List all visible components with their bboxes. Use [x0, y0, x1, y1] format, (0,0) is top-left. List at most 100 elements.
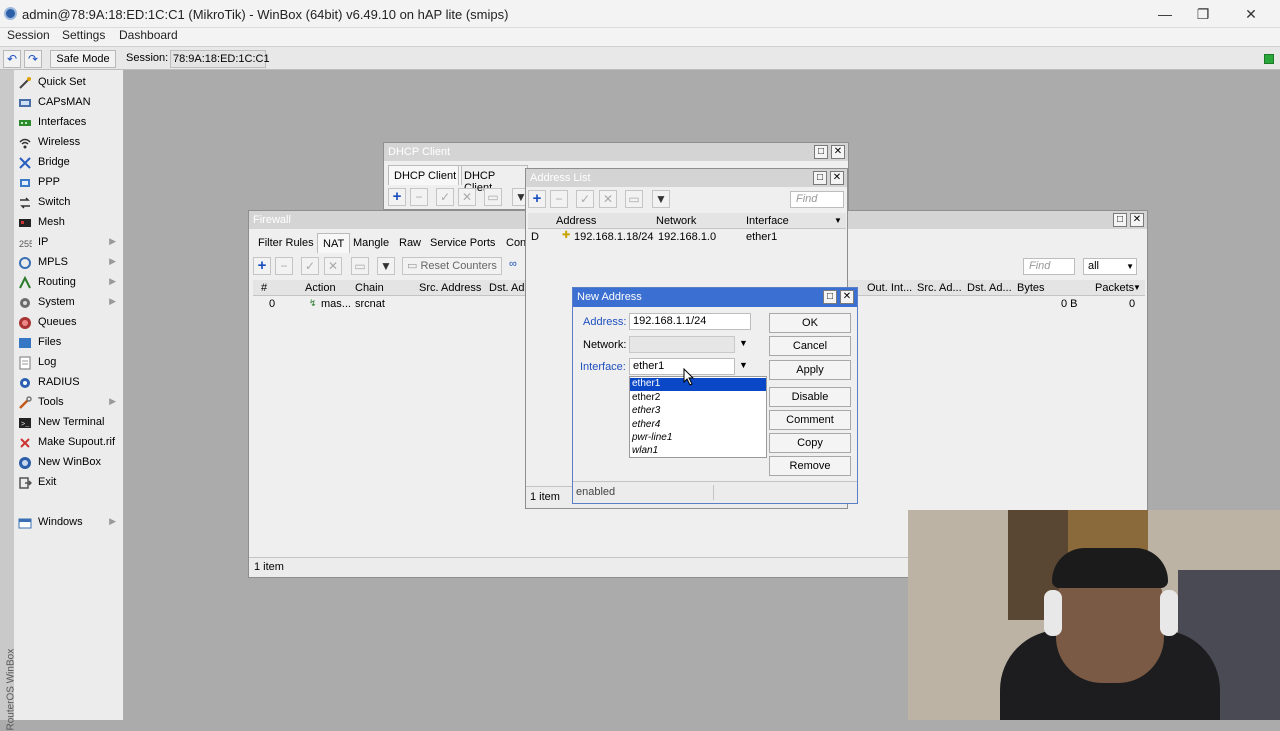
- sidebar-item-exit[interactable]: Exit: [16, 473, 122, 493]
- menu-dashboard[interactable]: Dashboard: [119, 28, 178, 42]
- disable-icon[interactable]: ✕: [458, 188, 476, 206]
- col-action[interactable]: Action: [305, 282, 336, 294]
- interface-dropdown-chevron-icon[interactable]: ▼: [739, 360, 748, 370]
- list-item[interactable]: ether4: [632, 419, 660, 430]
- sidebar-item-interfaces[interactable]: Interfaces: [16, 113, 122, 133]
- add-icon[interactable]: +: [253, 257, 271, 275]
- col-network[interactable]: Network: [656, 215, 696, 227]
- list-item[interactable]: wlan1: [632, 445, 658, 456]
- sidebar-item-log[interactable]: Log: [16, 353, 122, 373]
- undo-button[interactable]: ↶: [3, 50, 21, 68]
- enable-icon[interactable]: ✓: [301, 257, 319, 275]
- col-bytes[interactable]: Bytes: [1017, 282, 1045, 294]
- maximize-icon[interactable]: □: [814, 145, 828, 159]
- add-icon[interactable]: +: [528, 190, 546, 208]
- col-address[interactable]: Address: [556, 215, 596, 227]
- list-item[interactable]: ether3: [632, 405, 660, 416]
- remove-button[interactable]: Remove: [769, 456, 851, 476]
- close-icon[interactable]: ✕: [830, 171, 844, 185]
- enable-icon[interactable]: ✓: [576, 190, 594, 208]
- sidebar-item-quick-set[interactable]: Quick Set: [16, 73, 122, 93]
- col-packets[interactable]: Packets: [1095, 282, 1134, 294]
- redo-button[interactable]: ↷: [24, 50, 42, 68]
- disable-button[interactable]: Disable: [769, 387, 851, 407]
- sidebar-item-radius[interactable]: RADIUS: [16, 373, 122, 393]
- col-number[interactable]: #: [261, 282, 267, 294]
- column-menu-chevron-icon[interactable]: ▼: [834, 216, 842, 225]
- table-row[interactable]: D ✚ 192.168.1.18/24 192.168.1.0 ether1: [528, 230, 846, 245]
- close-icon[interactable]: ✕: [1130, 213, 1144, 227]
- sidebar-item-routing[interactable]: Routing ▶: [16, 273, 122, 293]
- sidebar-item-ip[interactable]: 255 IP ▶: [16, 233, 122, 253]
- col-src-address-list[interactable]: Src. Ad...: [917, 282, 962, 294]
- interface-select[interactable]: ether1: [629, 358, 735, 375]
- network-dropdown-chevron-icon[interactable]: ▼: [739, 338, 748, 348]
- tab-service-ports[interactable]: Service Ports: [425, 233, 500, 253]
- copy-button[interactable]: Copy: [769, 433, 851, 453]
- tab-dhcp-client[interactable]: DHCP Client: [388, 165, 463, 185]
- menu-session[interactable]: Session: [7, 28, 50, 42]
- apply-button[interactable]: Apply: [769, 360, 851, 380]
- ok-button[interactable]: OK: [769, 313, 851, 333]
- cancel-button[interactable]: Cancel: [769, 336, 851, 356]
- disable-icon[interactable]: ✕: [599, 190, 617, 208]
- col-interface[interactable]: Interface: [746, 215, 789, 227]
- col-chain[interactable]: Chain: [355, 282, 384, 294]
- tab-filter-rules[interactable]: Filter Rules: [253, 233, 319, 253]
- comment-icon[interactable]: ▭: [351, 257, 369, 275]
- tab-nat[interactable]: NAT: [317, 233, 351, 253]
- comment-icon[interactable]: ▭: [625, 190, 643, 208]
- remove-icon[interactable]: −: [275, 257, 293, 275]
- filter-select[interactable]: all ▼: [1083, 258, 1137, 275]
- column-menu-chevron-icon[interactable]: ▼: [1133, 283, 1141, 292]
- find-input[interactable]: Find: [1023, 258, 1075, 275]
- list-item-selected[interactable]: ether1: [630, 378, 766, 391]
- sidebar-item-files[interactable]: Files: [16, 333, 122, 353]
- sidebar-item-switch[interactable]: Switch: [16, 193, 122, 213]
- sidebar-item-system[interactable]: System ▶: [16, 293, 122, 313]
- sidebar-item-wireless[interactable]: Wireless: [16, 133, 122, 153]
- reset-counters-button[interactable]: ▭ Reset Counters: [402, 257, 502, 275]
- col-out-interface[interactable]: Out. Int...: [867, 282, 912, 294]
- safe-mode-button[interactable]: Safe Mode: [50, 50, 116, 68]
- list-item[interactable]: ether2: [632, 392, 660, 403]
- find-input[interactable]: Find: [790, 191, 844, 208]
- remove-icon[interactable]: −: [550, 190, 568, 208]
- maximize-icon[interactable]: □: [823, 290, 837, 304]
- menu-settings[interactable]: Settings: [62, 28, 105, 42]
- sidebar-item-new-terminal[interactable]: >_ New Terminal: [16, 413, 122, 433]
- filter-icon[interactable]: ▼: [377, 257, 395, 275]
- disable-icon[interactable]: ✕: [324, 257, 342, 275]
- maximize-button[interactable]: ❐: [1180, 0, 1226, 28]
- col-dst-address-list[interactable]: Dst. Ad...: [967, 282, 1012, 294]
- col-src-address[interactable]: Src. Address: [419, 282, 481, 294]
- comment-icon[interactable]: ▭: [484, 188, 502, 206]
- sidebar-item-windows[interactable]: Windows ▶: [16, 513, 122, 533]
- add-icon[interactable]: +: [388, 188, 406, 206]
- reset-all-counters-icon[interactable]: ∞: [509, 258, 517, 270]
- address-input[interactable]: 192.168.1.1/24: [629, 313, 751, 330]
- sidebar-item-bridge[interactable]: Bridge: [16, 153, 122, 173]
- sidebar-item-queues[interactable]: Queues: [16, 313, 122, 333]
- tab-dhcp-client-options[interactable]: DHCP Client: [458, 165, 528, 194]
- tab-mangle[interactable]: Mangle: [348, 233, 394, 253]
- session-field[interactable]: 78:9A:18:ED:1C:C1: [170, 50, 270, 68]
- filter-icon[interactable]: ▼: [652, 190, 670, 208]
- sidebar-item-tools[interactable]: Tools ▶: [16, 393, 122, 413]
- list-item[interactable]: pwr-line1: [632, 432, 672, 443]
- close-icon[interactable]: ✕: [831, 145, 845, 159]
- tab-raw[interactable]: Raw: [394, 233, 426, 253]
- col-dst-address[interactable]: Dst. Ad: [489, 282, 524, 294]
- maximize-icon[interactable]: □: [1113, 213, 1127, 227]
- close-icon[interactable]: ✕: [840, 290, 854, 304]
- comment-button[interactable]: Comment: [769, 410, 851, 430]
- maximize-icon[interactable]: □: [813, 171, 827, 185]
- sidebar-item-mesh[interactable]: Mesh: [16, 213, 122, 233]
- sidebar-item-new-winbox[interactable]: New WinBox: [16, 453, 122, 473]
- enable-icon[interactable]: ✓: [436, 188, 454, 206]
- sidebar-item-mpls[interactable]: MPLS ▶: [16, 253, 122, 273]
- sidebar-item-ppp[interactable]: PPP: [16, 173, 122, 193]
- sidebar-item-capsman[interactable]: CAPsMAN: [16, 93, 122, 113]
- sidebar-item-make-supout[interactable]: Make Supout.rif: [16, 433, 122, 453]
- network-input[interactable]: [629, 336, 735, 353]
